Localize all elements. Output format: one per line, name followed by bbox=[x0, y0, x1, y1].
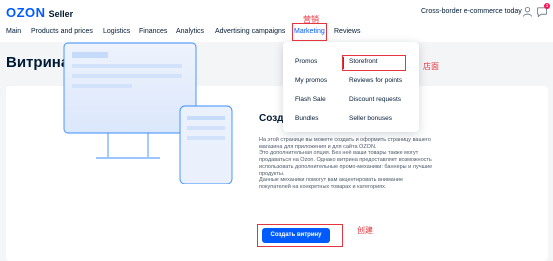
content-title: Созд bbox=[259, 113, 284, 124]
brand-suffix: Seller bbox=[48, 9, 74, 19]
menu-item-flash-sale[interactable]: Flash Sale bbox=[295, 96, 326, 103]
nav-item-main[interactable]: Main bbox=[6, 28, 21, 35]
storefront-description: На этой странице вы можете создать и офо… bbox=[259, 137, 433, 190]
annotation-storefront: 店面 bbox=[423, 62, 439, 71]
ozon-seller-logo[interactable]: OZON Seller bbox=[6, 5, 73, 20]
menu-item-seller-bonuses[interactable]: Seller bonuses bbox=[349, 115, 392, 122]
highlight-box-marketing bbox=[292, 23, 327, 41]
notification-badge: 3 bbox=[544, 3, 550, 9]
cross-border-link[interactable]: Cross-border e-commerce today bbox=[421, 8, 522, 15]
brand-name: OZON bbox=[6, 5, 46, 20]
menu-item-discount-requests[interactable]: Discount requests bbox=[349, 96, 401, 103]
user-icon[interactable] bbox=[522, 6, 533, 17]
menu-item-bundles[interactable]: Bundles bbox=[295, 115, 319, 122]
annotation-create: 创建 bbox=[357, 226, 373, 235]
menu-item-reviews-for-points[interactable]: Reviews for points bbox=[349, 77, 402, 84]
nav-item-reviews[interactable]: Reviews bbox=[334, 28, 360, 35]
annotation-marketing: 营销 bbox=[303, 15, 319, 24]
devices-illustration bbox=[63, 42, 233, 184]
menu-item-my-promos[interactable]: My promos bbox=[295, 77, 327, 84]
highlight-box-create bbox=[257, 224, 343, 247]
menu-item-promos[interactable]: Promos bbox=[295, 58, 317, 65]
highlight-box-storefront bbox=[342, 55, 406, 71]
